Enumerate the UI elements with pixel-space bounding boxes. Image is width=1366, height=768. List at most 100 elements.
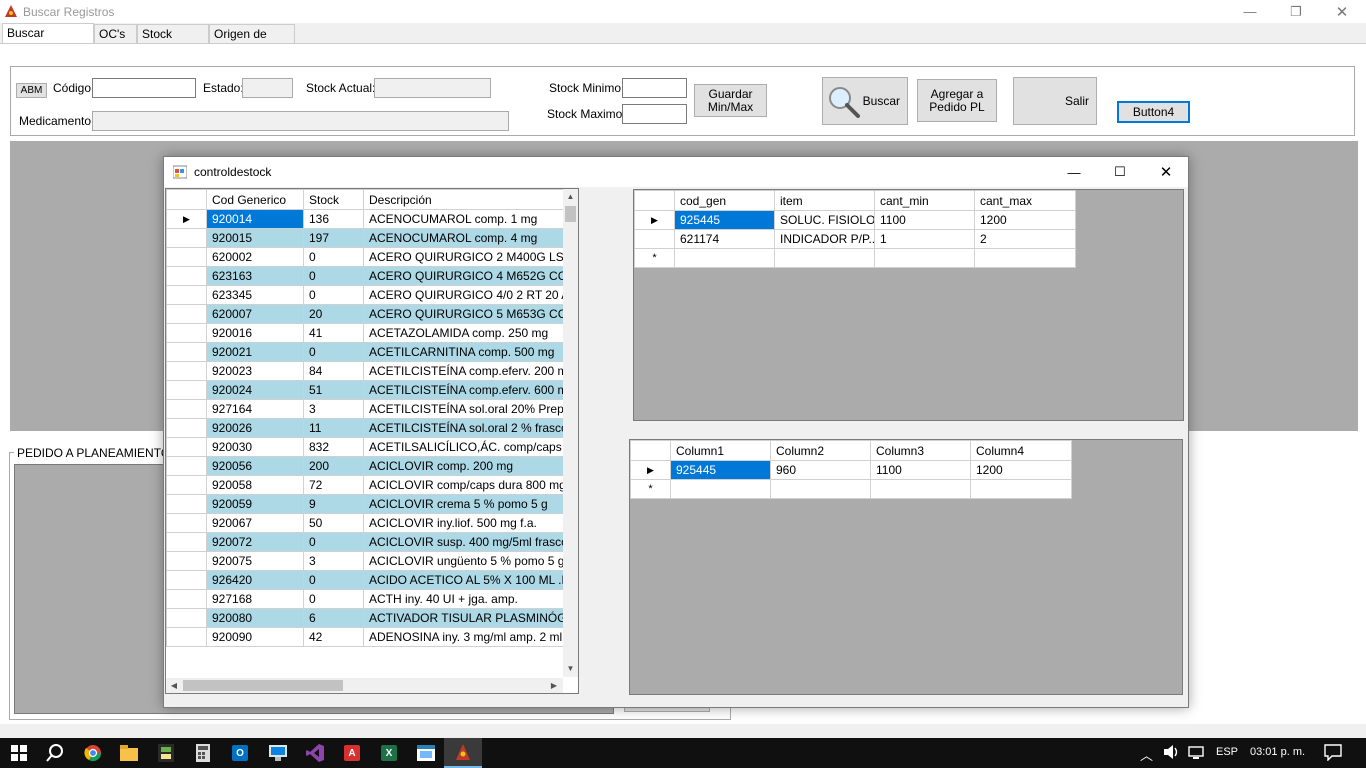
stock-cell[interactable]: 0 xyxy=(303,532,364,552)
row-header[interactable] xyxy=(166,266,207,286)
min-max-cell[interactable]: 1100 xyxy=(874,210,975,230)
salir-button[interactable]: Salir xyxy=(1013,77,1097,125)
stock-cell[interactable]: 920024 xyxy=(206,380,304,400)
col-header-cant-max[interactable]: cant_max xyxy=(974,190,1076,211)
scroll-right-icon[interactable]: ▶ xyxy=(546,678,562,693)
close-icon[interactable]: ✕ xyxy=(1319,0,1365,23)
col-header-descripcion[interactable]: Descripción xyxy=(363,189,565,210)
stock-row[interactable]: 62000720ACERO QUIRURGICO 5 M653G CCS 1/ xyxy=(166,304,565,324)
button4[interactable]: Button4 xyxy=(1117,101,1190,123)
child-maximize-icon[interactable]: ☐ xyxy=(1097,157,1143,187)
stock-row[interactable]: 927164 3 ACETILCISTEÍNA sol.oral 20% Prep.… xyxy=(166,399,565,419)
stock-cell[interactable]: ACETILSALICÍLICO,ÁC. comp/caps dura xyxy=(363,437,565,457)
child-close-icon[interactable]: ✕ xyxy=(1143,157,1189,187)
stock-cell[interactable]: 200 xyxy=(303,456,364,476)
stock-row[interactable]: 9200806ACTIVADOR TISULAR PLASMINÓGENO xyxy=(166,608,565,628)
acrobat-icon[interactable]: A xyxy=(333,738,371,768)
stock-cell[interactable]: ACTIVADOR TISULAR PLASMINÓGENO xyxy=(363,608,565,628)
column-cell[interactable] xyxy=(870,479,971,499)
language-indicator[interactable]: ESP xyxy=(1216,746,1238,758)
min-max-cell[interactable]: 2 xyxy=(974,229,1076,249)
stock-cell[interactable]: ACICLOVIR ungüento 5 % pomo 5 g xyxy=(363,551,565,571)
column-row[interactable]: ▶ 925445 960 1100 1200 xyxy=(630,460,1072,480)
row-header[interactable] xyxy=(166,608,207,628)
stock-row[interactable]: 927168 0 ACTH iny. 40 UI + jga. amp. xyxy=(166,589,565,609)
stock-cell[interactable]: 920015 xyxy=(206,228,304,248)
stock-cell[interactable]: ACIDO ACETICO AL 5% X 100 ML .Prep xyxy=(363,570,565,590)
stock-cell[interactable]: 42 xyxy=(303,627,364,647)
stock-cell[interactable]: ACICLOVIR crema 5 % pomo 5 g xyxy=(363,494,565,514)
diagnostic-tool-icon[interactable] xyxy=(147,738,185,768)
clock[interactable]: 03:01 p. m. xyxy=(1250,746,1305,758)
current-row-arrow-icon[interactable]: ▶ xyxy=(634,210,675,230)
stock-row[interactable]: ▶ 920014 136 ACENOCUMAROL comp. 1 mg xyxy=(166,209,565,229)
medicamento-input[interactable] xyxy=(92,111,509,131)
stock-row[interactable]: 920015 197 ACENOCUMAROL comp. 4 mg xyxy=(166,228,565,248)
row-header[interactable] xyxy=(166,475,207,495)
stock-cell[interactable]: 41 xyxy=(303,323,364,343)
stock-cell[interactable]: 84 xyxy=(303,361,364,381)
stock-cell[interactable]: 6 xyxy=(303,608,364,628)
child-minimize-icon[interactable]: — xyxy=(1051,157,1097,187)
visual-studio-icon[interactable] xyxy=(296,738,334,768)
column-grid[interactable]: Column1 Column2 Column3 Column4 ▶ 925445 9… xyxy=(629,439,1183,695)
col-header-column1[interactable]: Column1 xyxy=(670,440,771,461)
stock-grid[interactable]: Cod Generico Stock Descripción ▶ 920014 13… xyxy=(165,188,579,694)
stock-cell[interactable]: 920067 xyxy=(206,513,304,533)
stock-cell[interactable]: 0 xyxy=(303,589,364,609)
stock-cell[interactable]: 926420 xyxy=(206,570,304,590)
row-header[interactable] xyxy=(166,399,207,419)
min-max-row[interactable]: ▶925445SOLUC. FISIOLO...11001200 xyxy=(634,210,1076,230)
stock-row[interactable]: 920075 3 ACICLOVIR ungüento 5 % pomo 5 g xyxy=(166,551,565,571)
column-cell[interactable]: 1200 xyxy=(970,460,1072,480)
restore-icon[interactable]: ❐ xyxy=(1273,0,1319,23)
scroll-down-icon[interactable]: ▼ xyxy=(563,661,578,677)
row-header[interactable] xyxy=(166,551,207,571)
col-header-column2[interactable]: Column2 xyxy=(770,440,871,461)
column-cell[interactable] xyxy=(970,479,1072,499)
buscar-button[interactable]: Buscar xyxy=(822,77,908,125)
vscroll-thumb[interactable] xyxy=(565,206,576,222)
row-header[interactable] xyxy=(166,323,207,343)
min-max-cell[interactable]: 1200 xyxy=(974,210,1076,230)
stock-cell[interactable]: ADENOSINA iny. 3 mg/ml amp. 2 ml xyxy=(363,627,565,647)
row-header[interactable] xyxy=(166,247,207,267)
col-header-column3[interactable]: Column3 xyxy=(870,440,971,461)
stock-row[interactable]: 920026 11 ACETILCISTEÍNA sol.oral 2 % fras… xyxy=(166,418,565,438)
stock-cell[interactable]: 920090 xyxy=(206,627,304,647)
stock-cell[interactable]: 20 xyxy=(303,304,364,324)
stock-cell[interactable]: 0 xyxy=(303,342,364,362)
stock-cell[interactable]: 0 xyxy=(303,285,364,305)
row-header[interactable] xyxy=(166,418,207,438)
stock-row[interactable]: 920059 9 ACICLOVIR crema 5 % pomo 5 g xyxy=(166,494,565,514)
column-new-row[interactable]: * xyxy=(630,479,1072,499)
stock-row[interactable]: 920058 72 ACICLOVIR comp/caps dura 800 mg xyxy=(166,475,565,495)
row-header[interactable] xyxy=(166,437,207,457)
stock-cell[interactable]: 50 xyxy=(303,513,364,533)
min-max-cell[interactable] xyxy=(874,248,975,268)
search-icon[interactable] xyxy=(36,738,74,768)
row-header[interactable] xyxy=(166,589,207,609)
col-header-cod-gen[interactable]: cod_gen xyxy=(674,190,775,211)
stock-cell[interactable]: 0 xyxy=(303,247,364,267)
stock-cell[interactable]: 72 xyxy=(303,475,364,495)
stock-cell[interactable]: 920080 xyxy=(206,608,304,628)
col-header-item[interactable]: item xyxy=(774,190,875,211)
column-cell[interactable] xyxy=(770,479,871,499)
row-header[interactable] xyxy=(166,285,207,305)
stock-cell[interactable]: 0 xyxy=(303,570,364,590)
stock-actual-input[interactable] xyxy=(374,78,491,98)
hscroll-thumb[interactable] xyxy=(183,680,343,691)
tab-buscar-registros[interactable]: Buscar Registros xyxy=(2,23,94,59)
min-max-cell[interactable]: 925445 xyxy=(674,210,775,230)
min-max-cell[interactable]: SOLUC. FISIOLO... xyxy=(774,210,875,230)
stock-row[interactable]: 920072 0 ACICLOVIR susp. 400 mg/5ml frasco… xyxy=(166,532,565,552)
stock-cell[interactable]: ACENOCUMAROL comp. 1 mg xyxy=(363,209,565,229)
stock-cell[interactable]: 920072 xyxy=(206,532,304,552)
stock-row[interactable]: 920016 41 ACETAZOLAMIDA comp. 250 mg xyxy=(166,323,565,343)
stock-row[interactable]: 920023 84 ACETILCISTEÍNA comp.eferv. 200 m… xyxy=(166,361,565,381)
stock-cell[interactable]: 920014 xyxy=(206,209,304,229)
tab-origen-de-datos[interactable]: Origen de Datos xyxy=(209,24,295,60)
stock-cell[interactable]: 620007 xyxy=(206,304,304,324)
estado-input[interactable] xyxy=(242,78,293,98)
